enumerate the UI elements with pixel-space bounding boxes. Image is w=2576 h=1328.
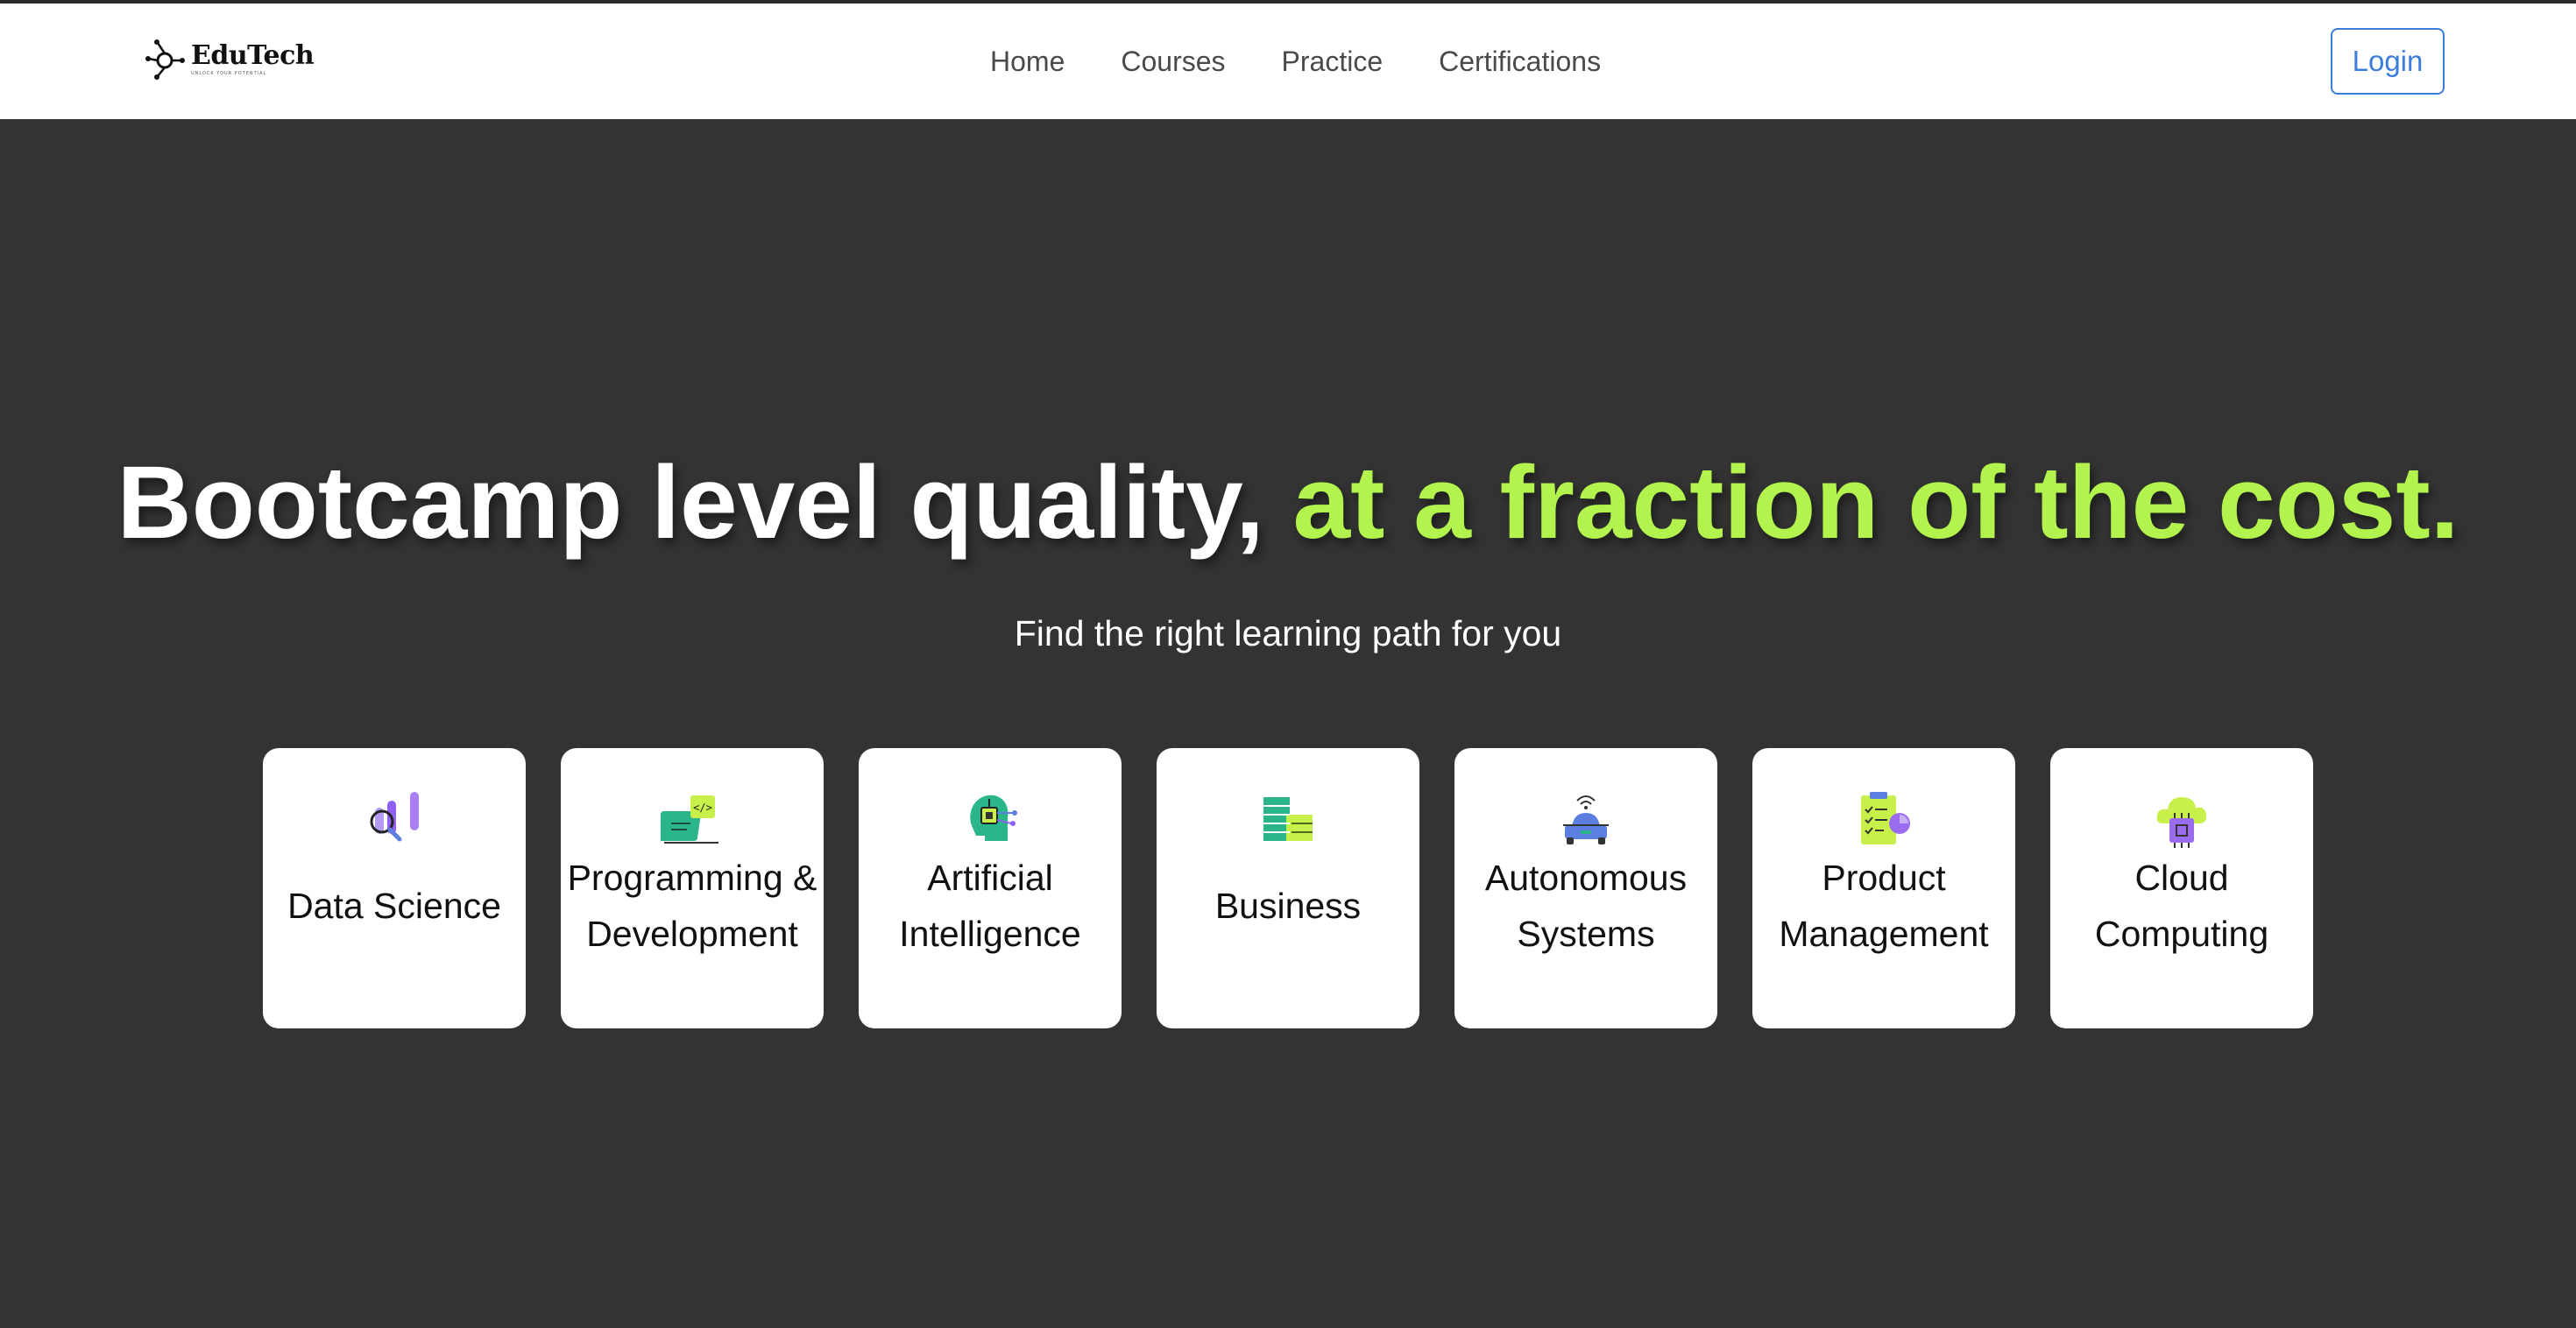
logo-text: EduTech (191, 40, 315, 71)
hero-subtitle: Find the right learning path for you (1014, 613, 1562, 653)
category-card-product-management[interactable]: Product Management (1752, 748, 2015, 1028)
network-logo-icon (145, 39, 185, 80)
category-label: Cloud Computing (2094, 858, 2269, 954)
category-label: Data Science (287, 886, 501, 926)
category-label: Business (1214, 886, 1362, 926)
category-card-programming[interactable]: </> Programming & Development (561, 748, 824, 1028)
category-label: Product Management (1779, 858, 1989, 954)
nav-certifications-link[interactable]: Certifications (1439, 46, 1601, 78)
category-label: Programming & Development (567, 858, 817, 954)
logo-tagline: UNLOCK YOUR POTENTIAL (191, 71, 267, 76)
category-card-business[interactable]: Business (1157, 748, 1419, 1028)
hero-title-main: Bootcamp level quality, (117, 445, 1293, 561)
category-card-data-science[interactable]: Data Science (263, 748, 526, 1028)
hero-title-accent: at a fraction of the cost. (1292, 445, 2459, 561)
category-card-ai[interactable]: Artificial Intelligence (859, 748, 1122, 1028)
login-button[interactable]: Login (2331, 28, 2445, 95)
cloud-chip-icon (2156, 797, 2206, 848)
business-buildings-icon (1263, 797, 1313, 841)
nav-courses-link[interactable]: Courses (1121, 46, 1225, 78)
category-card-cloud[interactable]: Cloud Computing (2050, 748, 2313, 1028)
hero-title: Bootcamp level quality, at a fraction of… (0, 443, 2576, 562)
data-science-icon (370, 792, 419, 842)
navbar: EduTech UNLOCK YOUR POTENTIAL Home Cours… (0, 4, 2576, 119)
category-label: Autonomous Systems (1484, 858, 1688, 954)
clipboard-checklist-icon (1861, 792, 1910, 844)
nav-home-link[interactable]: Home (990, 46, 1065, 78)
logo[interactable]: EduTech UNLOCK YOUR POTENTIAL (145, 33, 315, 86)
ai-head-icon (970, 795, 1017, 841)
category-cards: Data Science </> Programming & Developme… (263, 748, 2313, 1028)
main-nav: Home Courses Practice Certifications (990, 4, 1601, 119)
category-card-autonomous[interactable]: Autonomous Systems (1454, 748, 1717, 1028)
programming-icon: </> (661, 795, 718, 844)
category-label: Artificial Intelligence (899, 858, 1081, 954)
svg-text:</>: </> (693, 802, 712, 814)
nav-practice-link[interactable]: Practice (1282, 46, 1384, 78)
autonomous-car-icon (1563, 795, 1609, 844)
